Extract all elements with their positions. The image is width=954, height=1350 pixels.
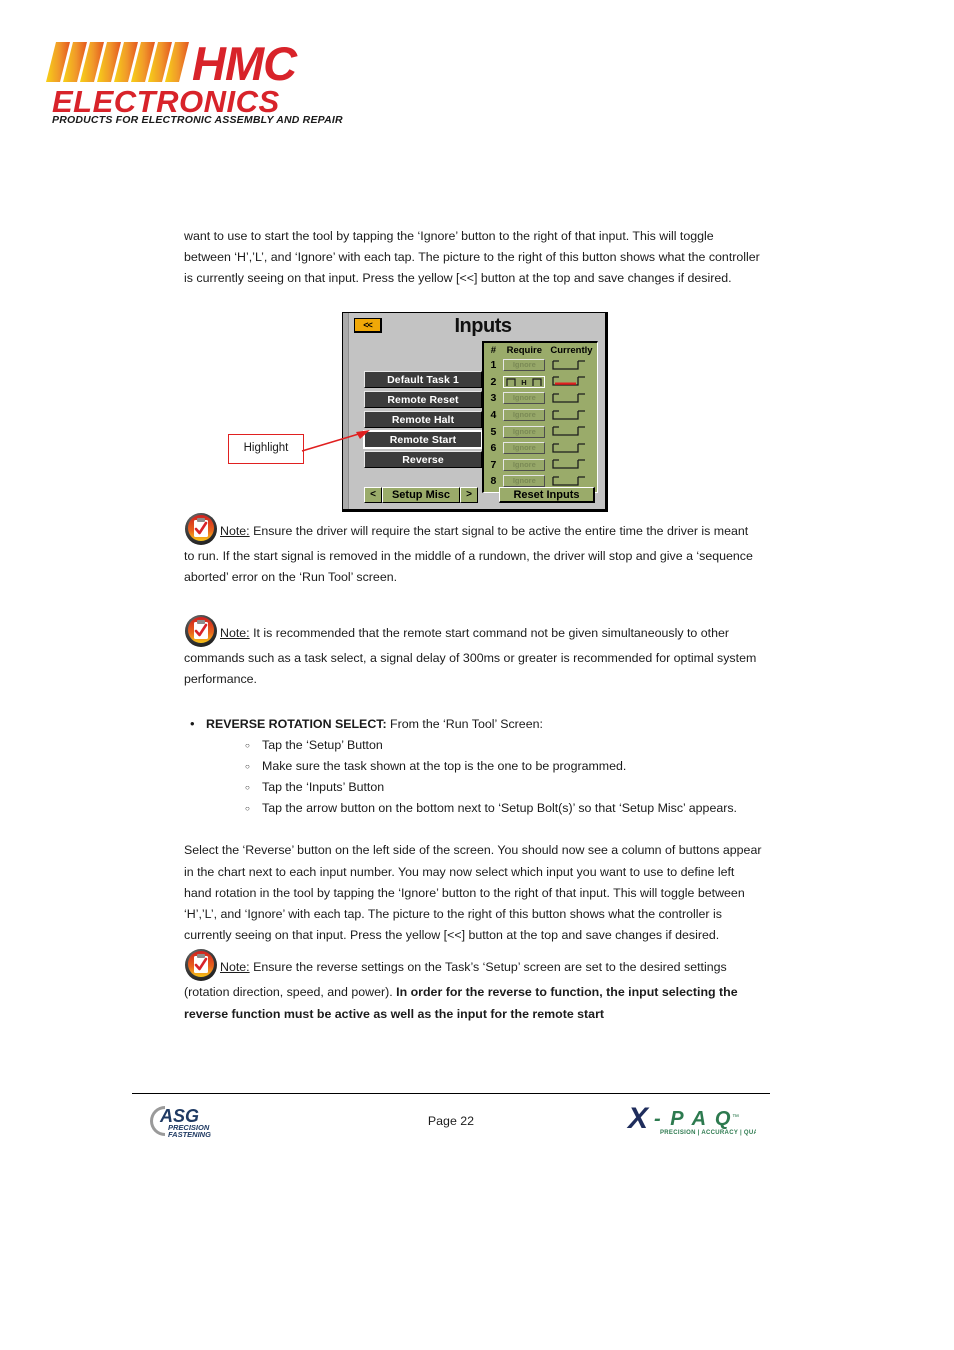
reset-inputs-button[interactable]: Reset Inputs: [499, 487, 595, 503]
screen-left-rail: [343, 313, 349, 509]
svg-text:™: ™: [732, 1114, 739, 1121]
inputs-table: # Require Currently 1 Ignore 2 H 3 Ignor…: [482, 341, 598, 493]
list-item: Make sure the task shown at the top is t…: [245, 756, 762, 777]
xpaq-logo: X - P A Q ™ PRECISION | ACCURACY | QUALI…: [624, 1100, 772, 1140]
row-number: 4: [490, 409, 497, 422]
waveform-icon: [552, 393, 586, 403]
reverse-steps: Tap the ‘Setup’ Button Make sure the tas…: [206, 735, 762, 819]
note-1: Note: Ensure the driver will require the…: [184, 512, 762, 588]
row-number: 1: [490, 359, 497, 372]
waveform-icon: [552, 409, 586, 420]
waveform-icon: [552, 476, 586, 486]
row-number: 7: [490, 458, 497, 471]
waveform-icon: [552, 443, 586, 453]
require-toggle[interactable]: Ignore: [503, 425, 546, 438]
svg-text:PRODUCTS FOR ELECTRONIC ASSEMB: PRODUCTS FOR ELECTRONIC ASSEMBLY AND REP…: [52, 114, 343, 124]
button-default-task-1[interactable]: Default Task 1: [364, 371, 482, 388]
table-row: 3 Ignore: [486, 390, 595, 407]
require-toggle[interactable]: Ignore: [503, 409, 546, 422]
svg-text:FASTENING: FASTENING: [168, 1130, 211, 1139]
screen-title: Inputs: [454, 315, 513, 337]
svg-text:X: X: [626, 1102, 650, 1135]
highlight-callout-box: Highlight: [228, 434, 304, 464]
pulse-high-icon: H: [506, 378, 542, 387]
require-toggle[interactable]: Ignore: [503, 392, 546, 405]
note-3: Note: Ensure the reverse settings on the…: [184, 948, 762, 1024]
svg-text:- P A Q: - P A Q: [654, 1108, 732, 1130]
row-number: 3: [490, 392, 497, 405]
svg-text:H: H: [522, 378, 527, 387]
table-row: 2 H: [486, 374, 595, 391]
table-row: 6 Ignore: [486, 440, 595, 457]
note-label: Note:: [220, 960, 250, 975]
inputs-screen-figure: << Inputs Default Task 1 Remote Reset Re…: [342, 312, 608, 512]
table-header-row: # Require Currently: [486, 344, 595, 357]
row-number: 5: [490, 425, 497, 438]
note-2-text: It is recommended that the remote start …: [184, 626, 757, 687]
table-row: 7 Ignore: [486, 457, 595, 474]
reverse-heading-bold: REVERSE ROTATION SELECT:: [206, 717, 387, 732]
function-button-column: Default Task 1 Remote Reset Remote Halt …: [363, 371, 483, 471]
row-number: 2: [490, 375, 497, 388]
nav-next-button[interactable]: >: [460, 487, 478, 503]
intro-paragraph: want to use to start the tool by tapping…: [184, 229, 760, 286]
setup-nav: < Setup Misc >: [364, 487, 478, 503]
column-header-number: #: [490, 345, 497, 356]
note-clipboard-icon: [184, 512, 218, 546]
row-number: 8: [490, 475, 497, 488]
list-item: Tap the ‘Setup’ Button: [245, 735, 762, 756]
hmc-electronics-logo: HMC ELECTRONICS PRODUCTS FOR ELECTRONIC …: [46, 36, 376, 124]
note-label: Note:: [220, 626, 250, 641]
nav-setup-misc-button[interactable]: Setup Misc: [382, 487, 460, 503]
table-row: 4 Ignore: [486, 407, 595, 424]
svg-text:PRECISION | ACCURACY | QUALITY: PRECISION | ACCURACY | QUALITY: [660, 1130, 756, 1136]
footer-divider: [132, 1093, 770, 1094]
note-2: Note: It is recommended that the remote …: [184, 614, 762, 690]
reverse-heading-rest: From the ‘Run Tool’ Screen:: [386, 717, 543, 732]
require-toggle[interactable]: Ignore: [503, 458, 546, 471]
reverse-body-paragraph: Select the ‘Reverse’ button on the left …: [184, 843, 762, 943]
reverse-rotation-heading: REVERSE ROTATION SELECT: From the ‘Run T…: [190, 713, 762, 819]
table-row: 1 Ignore: [486, 357, 595, 374]
button-remote-reset[interactable]: Remote Reset: [364, 391, 482, 408]
column-header-require: Require: [506, 345, 542, 356]
button-remote-halt[interactable]: Remote Halt: [364, 411, 482, 428]
note-1-text: Ensure the driver will require the start…: [184, 523, 753, 584]
waveform-icon: [552, 426, 586, 436]
note-clipboard-icon: [184, 948, 218, 982]
button-reverse[interactable]: Reverse: [364, 451, 482, 468]
table-row: 5 Ignore: [486, 423, 595, 440]
nav-prev-button[interactable]: <: [364, 487, 382, 503]
list-item: Tap the arrow button on the bottom next …: [245, 798, 762, 819]
waveform-icon: [552, 459, 586, 470]
button-remote-start[interactable]: Remote Start: [363, 430, 483, 449]
list-item: Tap the ‘Inputs’ Button: [245, 777, 762, 798]
column-header-currently: Currently: [550, 345, 593, 356]
row-number: 6: [490, 442, 497, 455]
require-toggle[interactable]: Ignore: [503, 475, 546, 488]
note-clipboard-icon: [184, 614, 218, 648]
waveform-icon-active: [552, 376, 586, 387]
waveform-icon: [552, 360, 586, 370]
svg-text:HMC: HMC: [192, 37, 298, 90]
require-toggle[interactable]: Ignore: [503, 442, 546, 455]
note-label: Note:: [220, 523, 250, 538]
require-toggle[interactable]: Ignore: [503, 359, 546, 372]
reverse-rotation-list: REVERSE ROTATION SELECT: From the ‘Run T…: [184, 713, 762, 819]
page-footer: ASG PRECISION FASTENING Page 22 X - P A …: [132, 1098, 772, 1142]
require-toggle-high[interactable]: H: [503, 375, 546, 388]
